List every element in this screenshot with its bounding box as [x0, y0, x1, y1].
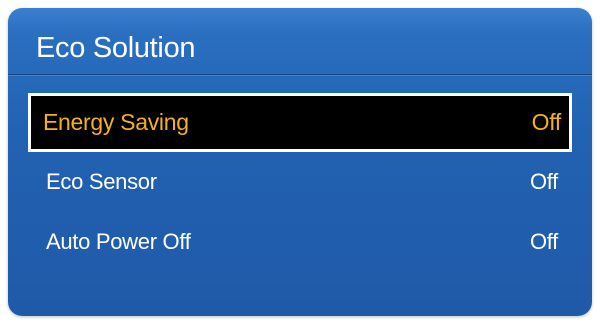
menu-title: Eco Solution [36, 32, 196, 64]
menu-item-value: Off [529, 169, 558, 194]
menu-item-auto-power-off[interactable]: Auto Power Off Off [28, 212, 572, 272]
menu-list: Energy Saving Off Eco Sensor Off Auto Po… [28, 93, 572, 272]
menu-item-value: Off [529, 229, 558, 254]
menu-item-label: Auto Power Off [46, 229, 191, 254]
menu-item-label: Energy Saving [43, 109, 189, 135]
eco-solution-menu-panel: Eco Solution Energy Saving Off Eco Senso… [8, 8, 592, 316]
menu-item-label: Eco Sensor [46, 169, 157, 194]
menu-item-value: Off [531, 109, 562, 135]
menu-item-eco-sensor[interactable]: Eco Sensor Off [28, 152, 572, 212]
title-divider [8, 74, 592, 76]
menu-item-energy-saving[interactable]: Energy Saving Off [28, 93, 572, 152]
